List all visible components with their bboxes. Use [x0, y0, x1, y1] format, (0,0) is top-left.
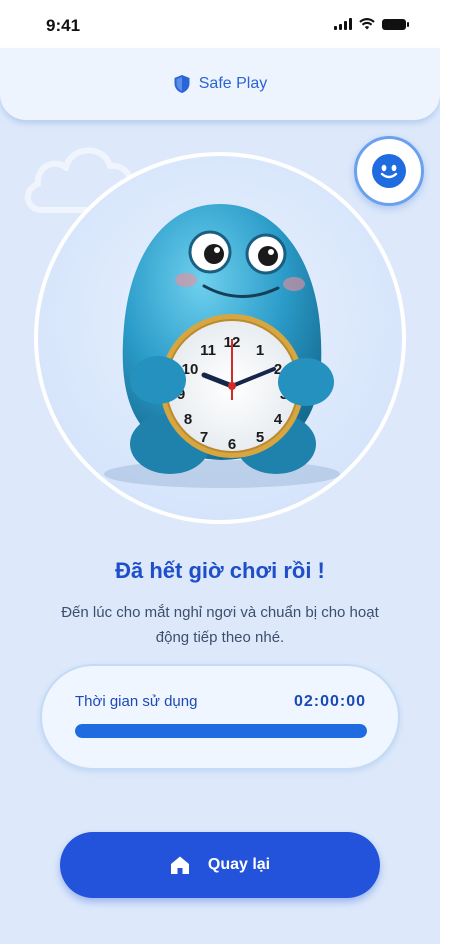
svg-text:4: 4 — [274, 411, 283, 428]
mascot-clock-image: 12 1 2 3 4 5 6 7 8 9 10 11 — [104, 204, 340, 488]
mascot-avatar-button[interactable] — [354, 136, 424, 206]
svg-text:1: 1 — [256, 342, 264, 359]
status-bar: 9:41 — [0, 0, 440, 48]
shield-icon — [174, 75, 190, 93]
page-message: Đến lúc cho mắt nghỉ ngơi và chuẩn bị ch… — [61, 604, 379, 646]
usage-card: Thời gian sử dụng 02:00:00 — [40, 664, 400, 770]
wifi-icon — [359, 18, 375, 30]
app-screen: 9:41 Safe Play 12 1 2 4 5 6 7 8 9 10 11 … — [0, 0, 440, 944]
usage-time-value: 02:00:00 — [293, 693, 366, 710]
app-header: Safe Play — [0, 48, 440, 120]
signal-icon — [334, 18, 352, 30]
usage-progress-fill — [75, 724, 367, 738]
svg-text:5: 5 — [256, 429, 264, 446]
status-time: 9:41 — [46, 16, 81, 35]
page-title: Đã hết giờ chơi rồi ! — [115, 558, 325, 583]
svg-text:6: 6 — [228, 436, 236, 453]
usage-label: Thời gian sử dụng — [75, 693, 198, 710]
mascot-illustration: 12 1 2 3 4 5 6 7 8 9 10 11 — [34, 152, 406, 524]
battery-icon — [382, 19, 409, 30]
svg-text:11: 11 — [200, 342, 216, 359]
home-icon — [170, 856, 189, 874]
smiley-face-icon — [372, 154, 406, 188]
app-title: Safe Play — [198, 75, 268, 92]
svg-text:8: 8 — [184, 411, 192, 428]
usage-progress-bar — [75, 724, 367, 738]
back-button-label: Quay lại — [207, 856, 271, 873]
status-icons — [334, 18, 409, 30]
back-button[interactable]: Quay lại — [60, 832, 380, 898]
svg-text:7: 7 — [200, 429, 208, 446]
